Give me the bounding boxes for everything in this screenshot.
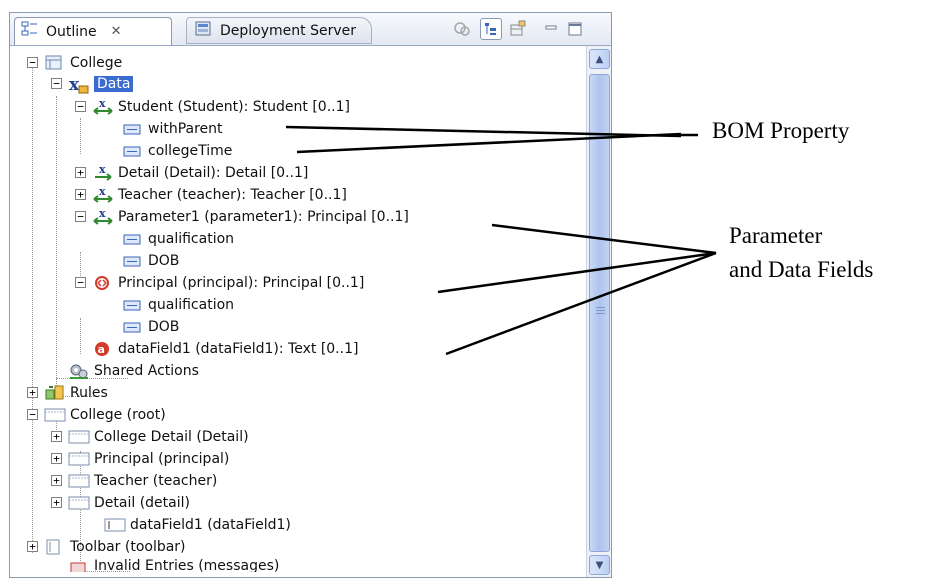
callout-lines <box>285 125 717 356</box>
parameter-annotation-line2: and Data Fields <box>729 257 874 282</box>
bom-property-annotation: BOM Property <box>712 118 850 143</box>
parameter-annotation-line1: Parameter <box>729 223 823 248</box>
